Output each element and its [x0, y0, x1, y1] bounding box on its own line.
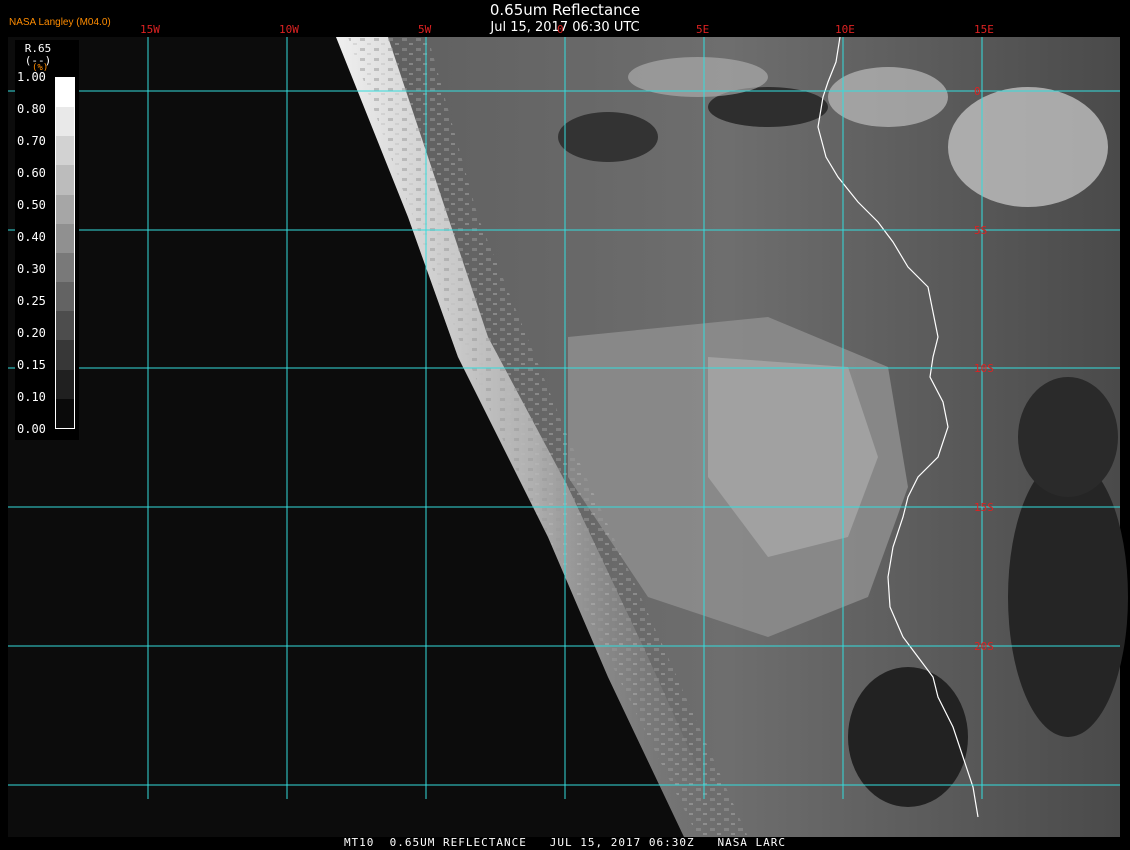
legend-tick: 0.30 [17, 262, 46, 276]
longitude-label: 10E [835, 23, 855, 36]
colorbar-step [56, 369, 74, 399]
longitude-label: 0 [557, 23, 564, 36]
longitude-label: 5W [418, 23, 432, 36]
satellite-map[interactable]: 15W 10W 5W 0 5E 10E 15E 0 5S 10S 15S 20S [8, 23, 1128, 837]
longitude-label: 10W [279, 23, 299, 36]
legend-tick: 0.60 [17, 166, 46, 180]
legend-tick: 0.25 [17, 294, 46, 308]
colorbar-step [56, 107, 74, 137]
legend-tick: 1.00 [17, 70, 46, 84]
footer-caption: MT10 0.65UM REFLECTANCE JUL 15, 2017 06:… [343, 836, 787, 849]
legend-tick: 0.70 [17, 134, 46, 148]
colorbar-step [56, 252, 74, 283]
legend-tick: 0.80 [17, 102, 46, 116]
convective-cloud [828, 67, 948, 127]
longitude-label: 15W [140, 23, 160, 36]
legend-tick: 0.10 [17, 390, 46, 404]
latitude-label: 10S [974, 362, 994, 375]
clear-patch [848, 667, 968, 807]
colorbar-step [56, 311, 74, 341]
clear-patch [1008, 457, 1128, 737]
legend-tick: 0.15 [17, 358, 46, 372]
colorbar-step [56, 398, 74, 428]
legend-tick: 0.00 [17, 422, 46, 436]
colorbar-step [56, 340, 74, 370]
colorbar-step [56, 136, 74, 166]
latitude-label: 15S [974, 501, 994, 514]
colorbar-step [56, 223, 74, 253]
latitude-label: 20S [974, 640, 994, 653]
colorbar [55, 77, 75, 429]
colorbar-step [56, 78, 74, 108]
latitude-label: 0 [974, 85, 981, 98]
page-title: 0.65um Reflectance [489, 1, 641, 19]
colorbar-step [56, 282, 74, 312]
convective-cloud [948, 87, 1108, 207]
latitude-label: 5S [974, 224, 987, 237]
longitude-label: 5E [696, 23, 709, 36]
legend-tick: 0.40 [17, 230, 46, 244]
legend-tick: 0.20 [17, 326, 46, 340]
legend-tick: 0.50 [17, 198, 46, 212]
clear-patch [1018, 377, 1118, 497]
colorbar-step [56, 165, 74, 195]
longitude-label: 15E [974, 23, 994, 36]
clear-patch [558, 112, 658, 162]
timestamp-subtitle: Jul 15, 2017 06:30 UTC [490, 20, 640, 35]
colorbar-step [56, 194, 74, 224]
